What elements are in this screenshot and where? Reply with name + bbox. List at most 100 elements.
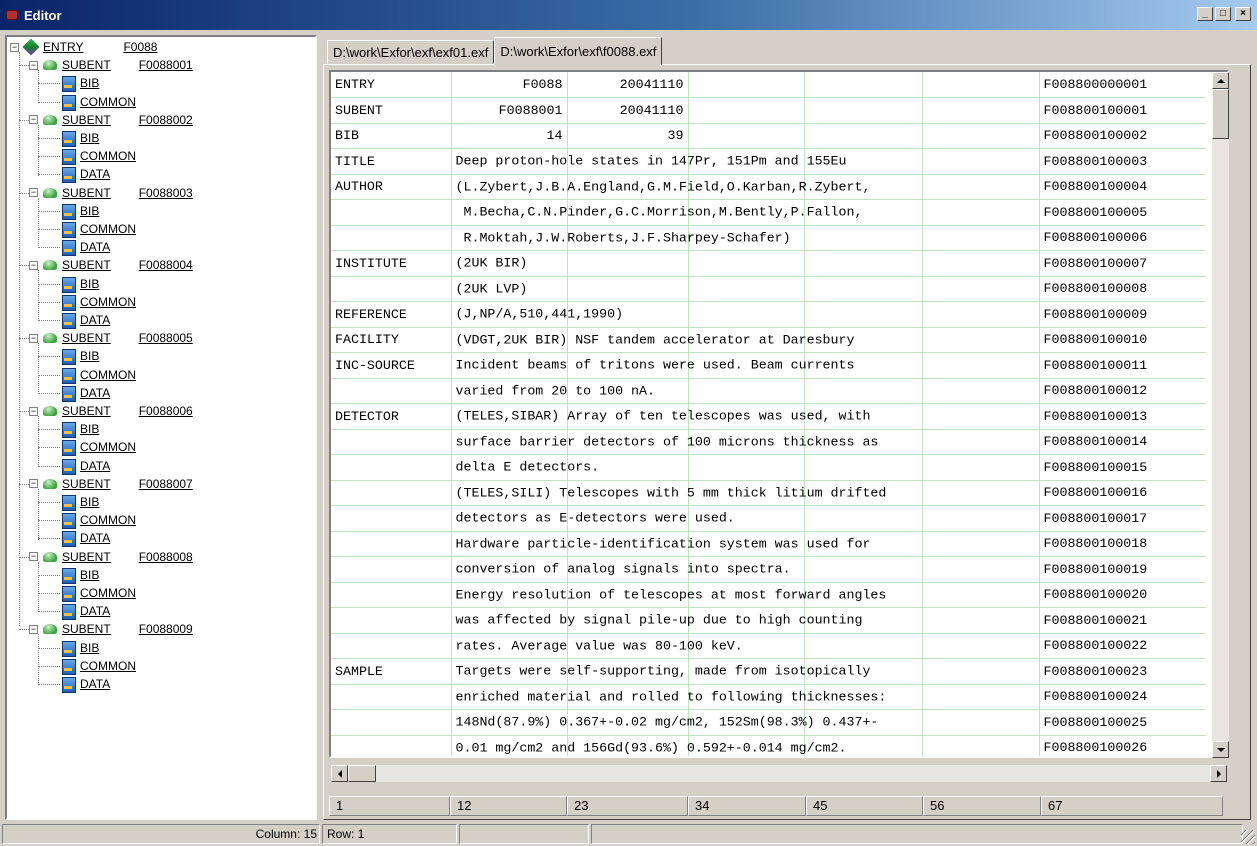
vertical-scrollbar[interactable]: [1212, 72, 1229, 758]
free-text-cell[interactable]: (VDGT,2UK BIR) NSF tandem accelerator at…: [451, 327, 854, 353]
free-text-cell[interactable]: Hardware particle-identification system …: [451, 531, 870, 557]
maximize-button[interactable]: □: [1215, 7, 1231, 21]
record-id-cell[interactable]: F008800100016: [1039, 480, 1206, 506]
keyword-cell[interactable]: [331, 454, 452, 481]
record-id-cell[interactable]: F008800100013: [1039, 403, 1206, 430]
grid-cell[interactable]: [922, 531, 1040, 557]
scroll-right-button[interactable]: [1210, 765, 1227, 782]
grid-cell[interactable]: [688, 250, 805, 277]
free-text-cell[interactable]: (TELES,SILI) Telescopes with 5 mm thick …: [451, 480, 886, 506]
grid-cell[interactable]: [688, 97, 805, 124]
horizontal-scrollbar[interactable]: [331, 765, 1227, 782]
grid-cell[interactable]: [804, 301, 923, 328]
free-text-cell[interactable]: R.Moktah,J.W.Roberts,J.F.Sharpey-Schafer…: [451, 225, 791, 251]
tree-node-data[interactable]: DATA: [60, 311, 110, 329]
grid-cell[interactable]: [922, 225, 1040, 251]
free-text-cell[interactable]: (TELES,SIBAR) Array of ten telescopes wa…: [451, 403, 870, 430]
tree-node-subent[interactable]: − SUBENT F0088006: [29, 402, 193, 420]
free-text-cell[interactable]: was affected by signal pile-up due to hi…: [451, 607, 862, 634]
grid-cell[interactable]: [804, 556, 923, 583]
table-row[interactable]: (2UK LVP) F008800100008: [331, 276, 1206, 302]
record-id-cell[interactable]: F008800100006: [1039, 225, 1206, 251]
minimize-button[interactable]: _: [1197, 7, 1213, 21]
record-id-cell[interactable]: F008800100001: [1039, 97, 1206, 124]
collapse-icon[interactable]: −: [10, 42, 19, 52]
keyword-cell[interactable]: [331, 225, 452, 251]
grid-cell[interactable]: [922, 123, 1040, 149]
grid-cell[interactable]: [804, 72, 923, 98]
table-row[interactable]: M.Becha,C.N.Pinder,G.C.Morrison,M.Bently…: [331, 199, 1206, 226]
tree-node-data[interactable]: DATA: [60, 165, 110, 184]
keyword-cell[interactable]: [331, 633, 452, 659]
record-id-cell[interactable]: F008800100008: [1039, 276, 1206, 302]
free-text-cell[interactable]: 0.01 mg/cm2 and 156Gd(93.6%) 0.592+-0.01…: [451, 735, 847, 756]
tree-node-bib[interactable]: BIB: [60, 566, 99, 584]
tree-node-data[interactable]: DATA: [60, 457, 110, 475]
record-id-cell[interactable]: F008800100015: [1039, 454, 1206, 481]
keyword-cell[interactable]: INC-SOURCE: [331, 352, 452, 379]
tree-node-bib[interactable]: BIB: [60, 202, 99, 220]
tree-node-bib[interactable]: BIB: [60, 129, 99, 147]
grid-cell[interactable]: [688, 123, 805, 149]
grid-cell[interactable]: [804, 633, 923, 659]
free-text-cell[interactable]: (2UK BIR): [451, 250, 568, 277]
table-row[interactable]: DETECTOR (TELES,SIBAR) Array of ten teles…: [331, 403, 1206, 430]
grid-cell[interactable]: [922, 429, 1040, 455]
grid-cell[interactable]: [922, 72, 1040, 98]
record-id-cell[interactable]: F008800100010: [1039, 327, 1206, 353]
table-row[interactable]: ENTRY F0088 20041110 F008800000001: [331, 72, 1206, 98]
grid-cell[interactable]: [922, 582, 1040, 608]
table-row[interactable]: rates. Average value was 80-100 keV. F008…: [331, 633, 1206, 659]
record-id-cell[interactable]: F008800100019: [1039, 556, 1206, 583]
grid-cell[interactable]: [804, 123, 923, 149]
table-row[interactable]: was affected by signal pile-up due to hi…: [331, 607, 1206, 634]
tree-node-bib[interactable]: BIB: [60, 275, 99, 293]
keyword-cell[interactable]: TITLE: [331, 148, 452, 175]
grid-cell[interactable]: 14: [451, 123, 568, 149]
table-row[interactable]: INSTITUTE (2UK BIR) F008800100007: [331, 250, 1206, 277]
grid-cell[interactable]: [922, 633, 1040, 659]
record-id-cell[interactable]: F008800100020: [1039, 582, 1206, 608]
tree-node-bib[interactable]: BIB: [60, 74, 99, 93]
tree-node-common[interactable]: COMMON: [60, 93, 136, 111]
table-row[interactable]: SUBENT F0088001 20041110 F008800100001: [331, 97, 1206, 124]
keyword-cell[interactable]: SAMPLE: [331, 658, 452, 685]
record-id-cell[interactable]: F008800100007: [1039, 250, 1206, 277]
table-row[interactable]: conversion of analog signals into spectr…: [331, 556, 1206, 583]
keyword-cell[interactable]: [331, 480, 452, 506]
grid-cell[interactable]: [922, 709, 1040, 736]
keyword-cell[interactable]: [331, 684, 452, 710]
record-id-cell[interactable]: F008800100002: [1039, 123, 1206, 149]
table-row[interactable]: REFERENCE (J,NP/A,510,441,1990) F008800100…: [331, 301, 1206, 328]
table-row[interactable]: FACILITY (VDGT,2UK BIR) NSF tandem accele…: [331, 327, 1206, 353]
table-row[interactable]: detectors as E-detectors were used. F0088…: [331, 505, 1206, 532]
free-text-cell[interactable]: (L.Zybert,J.B.A.England,G.M.Field,O.Karb…: [451, 174, 870, 200]
collapse-icon[interactable]: −: [29, 188, 38, 198]
keyword-cell[interactable]: ENTRY: [331, 72, 452, 98]
record-id-cell[interactable]: F008800100018: [1039, 531, 1206, 557]
grid-cell[interactable]: [922, 352, 1040, 379]
keyword-cell[interactable]: [331, 607, 452, 634]
keyword-cell[interactable]: [331, 429, 452, 455]
free-text-cell[interactable]: Energy resolution of telescopes at most …: [451, 582, 886, 608]
grid-cell[interactable]: [922, 684, 1040, 710]
keyword-cell[interactable]: AUTHOR: [331, 174, 452, 200]
free-text-cell[interactable]: conversion of analog signals into spectr…: [451, 556, 791, 583]
close-button[interactable]: ×: [1235, 7, 1251, 21]
table-row[interactable]: delta E detectors. F008800100015: [331, 454, 1206, 481]
tree-node-subent[interactable]: − SUBENT F0088007: [29, 475, 193, 493]
grid-cell[interactable]: [688, 378, 805, 404]
record-id-cell[interactable]: F008800100009: [1039, 301, 1206, 328]
tree-node-common[interactable]: COMMON: [60, 438, 136, 457]
keyword-cell[interactable]: [331, 582, 452, 608]
free-text-cell[interactable]: enriched material and rolled to followin…: [451, 684, 886, 710]
grid-cell[interactable]: [804, 97, 923, 124]
tree-node-bib[interactable]: BIB: [60, 493, 99, 511]
record-id-cell[interactable]: F008800100022: [1039, 633, 1206, 659]
tree-node-subent[interactable]: − SUBENT F0088005: [29, 329, 193, 347]
table-row[interactable]: R.Moktah,J.W.Roberts,J.F.Sharpey-Schafer…: [331, 225, 1206, 251]
table-row[interactable]: Hardware particle-identification system …: [331, 531, 1206, 557]
free-text-cell[interactable]: detectors as E-detectors were used.: [451, 505, 735, 532]
record-id-cell[interactable]: F008800100014: [1039, 429, 1206, 455]
table-row[interactable]: 0.01 mg/cm2 and 156Gd(93.6%) 0.592+-0.01…: [331, 735, 1206, 756]
